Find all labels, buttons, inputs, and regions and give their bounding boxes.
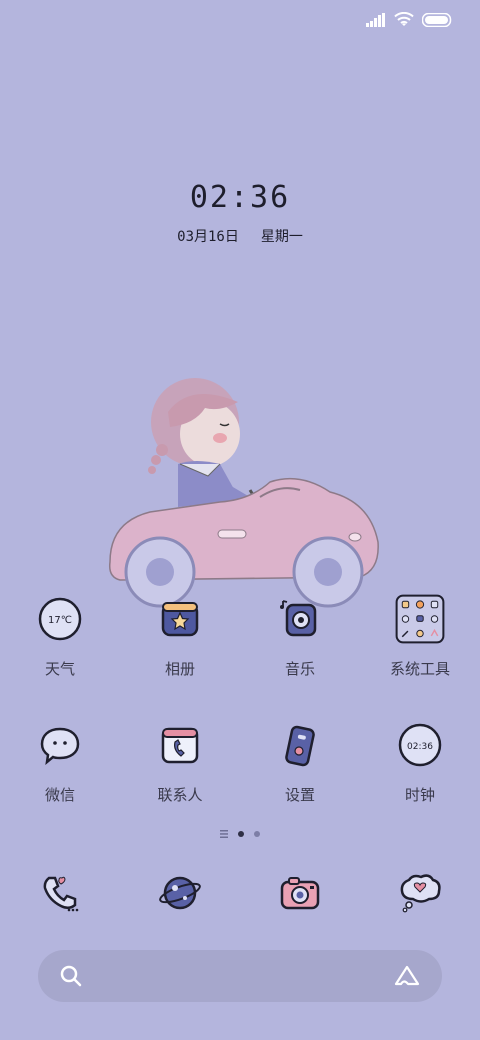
app-system-tools-folder[interactable]: 系统工具: [360, 594, 480, 679]
phone-icon: [43, 876, 79, 912]
weather-temp: 17℃: [48, 615, 72, 626]
dock-phone[interactable]: [0, 866, 120, 920]
page-dot: [254, 831, 260, 837]
dock-messages[interactable]: [360, 866, 480, 920]
dock-camera[interactable]: [240, 866, 360, 920]
girl-in-car-illustration: [108, 378, 379, 608]
app-gallery[interactable]: 相册: [120, 594, 240, 679]
signal-icon: [366, 13, 385, 27]
weather-icon: 17℃: [38, 597, 82, 641]
page-dot-active: [238, 831, 244, 837]
app-wechat[interactable]: 微信: [0, 720, 120, 805]
app-label: 天气: [44, 660, 75, 678]
app-contacts[interactable]: 联系人: [120, 720, 240, 805]
system-tools-folder-icon: [395, 594, 445, 644]
app-label: 音乐: [284, 660, 315, 678]
dock-browser[interactable]: [120, 866, 240, 920]
wifi-icon: [394, 12, 414, 26]
assistant-icon[interactable]: [394, 965, 420, 987]
clock-icon: 02:36: [398, 723, 442, 767]
messages-icon: [400, 874, 441, 913]
app-label: 时钟: [404, 786, 435, 804]
search-icon[interactable]: [60, 965, 82, 987]
date-row: 03月16日 星期一: [0, 226, 480, 246]
app-label: 联系人: [157, 786, 203, 804]
status-bar: [0, 0, 480, 44]
app-clock[interactable]: 02:36 时钟: [360, 720, 480, 805]
app-grid-row-1: 17℃ 天气 相册 音乐 系统工具: [0, 594, 480, 679]
weekday-text: 星期一: [260, 229, 303, 245]
browser-planet-icon: [159, 876, 201, 910]
clock-icon-time: 02:36: [407, 742, 433, 752]
app-label: 相册: [164, 660, 195, 678]
dock: [0, 866, 480, 920]
page-list-icon: [220, 830, 228, 838]
app-music[interactable]: 音乐: [240, 594, 360, 679]
gallery-icon: [161, 602, 199, 637]
wechat-icon: [40, 727, 80, 766]
app-label: 设置: [284, 786, 315, 804]
page-indicator[interactable]: [0, 830, 480, 838]
settings-icon: [285, 725, 315, 767]
app-grid-row-2: 微信 联系人 设置 02:36 时钟: [0, 720, 480, 805]
app-label: 微信: [44, 786, 75, 804]
lockscreen-clock[interactable]: 02:36: [0, 180, 480, 215]
contacts-icon: [161, 727, 199, 764]
app-weather[interactable]: 17℃ 天气: [0, 594, 120, 679]
camera-icon: [280, 877, 320, 910]
battery-icon: [422, 13, 452, 27]
date-text: 03月16日: [177, 229, 239, 245]
app-label: 系统工具: [389, 660, 450, 678]
app-settings[interactable]: 设置: [240, 720, 360, 805]
music-icon: [280, 600, 317, 637]
search-bar[interactable]: [38, 950, 442, 1002]
